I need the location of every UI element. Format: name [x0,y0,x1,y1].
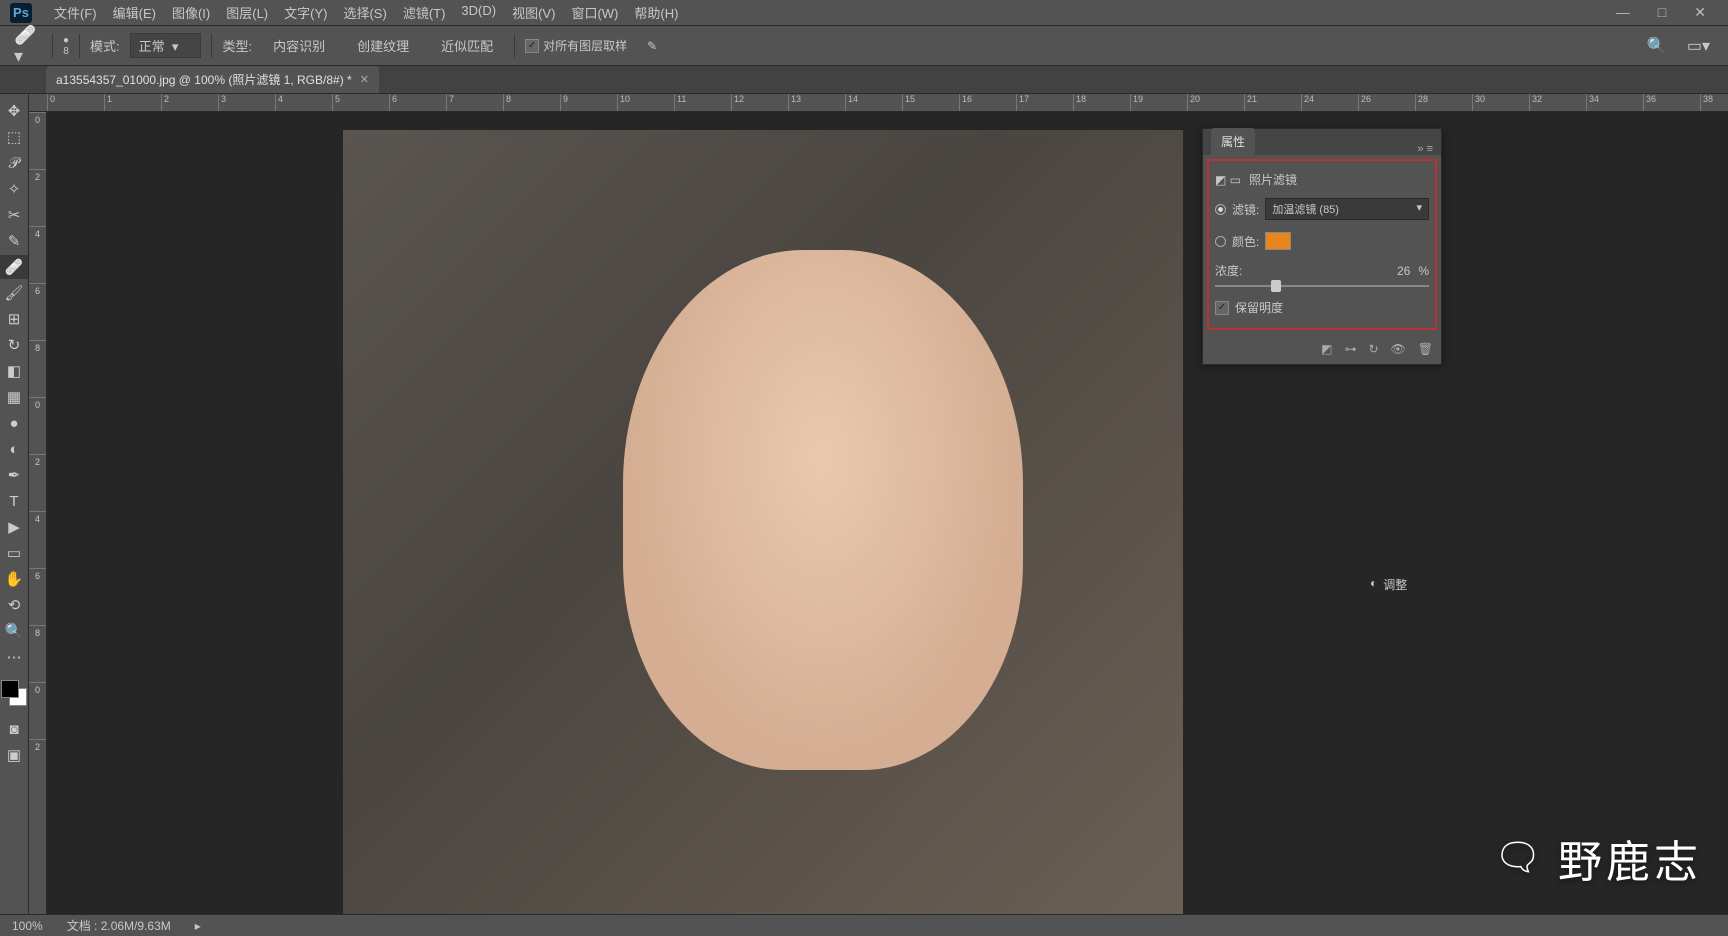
mode-select[interactable]: 正常 ▾ [130,33,202,58]
close-button[interactable]: ✕ [1694,4,1706,21]
ruler-vertical: 024680246802 [29,112,47,914]
tab-properties[interactable]: 属性 [1211,128,1255,155]
content-aware-button[interactable]: 内容识别 [262,31,336,60]
density-slider[interactable] [1215,285,1429,287]
move-tool[interactable]: ✥ [0,99,28,123]
crop-tool[interactable]: ✂ [0,203,28,227]
quick-mask-tool[interactable]: ◙ [0,717,28,741]
reset-icon[interactable]: ↻ [1368,342,1378,356]
density-value[interactable]: 26 [1397,264,1410,278]
sample-all-layers-checkbox[interactable]: ✓对所有图层取样 [525,37,627,54]
properties-title: 照片滤镜 [1249,171,1297,188]
options-bar: 🩹▾ ●8 模式: 正常 ▾ 类型: 内容识别 创建纹理 近似匹配 ✓对所有图层… [0,26,1728,66]
info-chevron-icon[interactable]: ▸ [195,919,201,933]
document-info[interactable]: 文档 : 2.06M/9.63M [67,917,171,934]
photo-filter-icon: ◩ ▭ [1215,173,1241,187]
menu-帮助(H)[interactable]: 帮助(H) [626,3,686,22]
type-label: 类型: [222,36,252,55]
menu-图层(L)[interactable]: 图层(L) [218,3,276,22]
eraser-tool[interactable]: ◧ [0,359,28,383]
canvas-area: 0123456789101112131415161718192021242628… [29,94,1728,914]
menu-窗口(W)[interactable]: 窗口(W) [563,3,626,22]
status-bar: 100% 文档 : 2.06M/9.63M ▸ [0,914,1728,936]
healing-brush-tool[interactable]: 🩹 [0,255,28,279]
type-tool[interactable]: T [0,489,28,513]
preserve-luminosity-checkbox[interactable]: ✓保留明度 [1215,293,1429,322]
stamp-tool[interactable]: ⊞ [0,307,28,331]
eyedropper-tool[interactable]: ✎ [0,229,28,253]
screen-mode-tool[interactable]: ▣ [0,743,28,767]
filter-radio[interactable] [1215,204,1226,215]
search-icon[interactable]: 🔍 [1647,36,1667,56]
color-radio[interactable] [1215,236,1226,247]
zoom-tool[interactable]: 🔍 [0,619,28,643]
tools-panel: ✥ ⬚ 𝒫 ✧ ✂ ✎ 🩹 🖌 ⊞ ↻ ◧ ▦ ● ◐ ✒ T ▶ ▭ ✋ ⟲ … [0,94,29,914]
delete-icon[interactable]: 🗑 [1418,342,1433,356]
document-image [343,130,1183,914]
lasso-tool[interactable]: 𝒫 [0,151,28,175]
filter-label: 滤镜: [1232,201,1259,218]
pressure-icon[interactable]: ✎ [647,39,657,53]
maximize-button[interactable]: □ [1658,4,1666,21]
menu-图像(I)[interactable]: 图像(I) [164,3,218,22]
pen-tool[interactable]: ✒ [0,463,28,487]
menu-视图(V)[interactable]: 视图(V) [504,3,563,22]
menu-bar: Ps 文件(F)编辑(E)图像(I)图层(L)文字(Y)选择(S)滤镜(T)3D… [0,0,1728,26]
path-select-tool[interactable]: ▶ [0,515,28,539]
window-controls: — □ ✕ [1616,4,1728,21]
close-icon[interactable]: ✕ [360,73,369,86]
mode-label: 模式: [90,36,120,55]
quick-select-tool[interactable]: ✧ [0,177,28,201]
properties-panel: 属性 » ≡ ◩ ▭ 照片滤镜 滤镜: 加温滤镜 (85) ▾ 颜色: 浓度: … [1202,128,1442,365]
wechat-icon: 🗨 [1494,836,1546,880]
rotate-tool[interactable]: ⟲ [0,593,28,617]
visibility-icon[interactable]: 👁 [1391,342,1406,356]
proximity-match-button[interactable]: 近似匹配 [430,31,504,60]
create-texture-button[interactable]: 创建纹理 [346,31,420,60]
shape-tool[interactable]: ▭ [0,541,28,565]
menu-文件(F)[interactable]: 文件(F) [46,3,105,22]
ruler-horizontal: 0123456789101112131415161718192021242628… [29,94,1728,112]
menu-3D(D)[interactable]: 3D(D) [453,3,504,22]
dodge-tool[interactable]: ◐ [0,437,28,461]
workspace-icon[interactable]: ▭▾ [1687,36,1710,56]
prev-state-icon[interactable]: ⊶ [1344,342,1356,356]
color-swatches[interactable] [1,680,27,706]
brush-preview[interactable]: ●8 [63,35,69,57]
adjustments-button[interactable]: ◐ 调整 [1370,576,1407,593]
color-swatch[interactable] [1265,232,1291,250]
color-label: 颜色: [1232,233,1259,250]
gradient-tool[interactable]: ▦ [0,385,28,409]
clip-icon[interactable]: ◩ [1321,342,1332,356]
canvas[interactable] [47,112,1728,914]
menu-选择(S)[interactable]: 选择(S) [335,3,394,22]
watermark: 🗨 野鹿志 [1494,826,1702,890]
blur-tool[interactable]: ● [0,411,28,435]
zoom-level[interactable]: 100% [12,919,43,933]
menu-滤镜(T)[interactable]: 滤镜(T) [395,3,454,22]
document-tab[interactable]: a13554357_01000.jpg @ 100% (照片滤镜 1, RGB/… [46,66,379,93]
marquee-tool[interactable]: ⬚ [0,125,28,149]
menu-文字(Y)[interactable]: 文字(Y) [276,3,335,22]
document-tab-bar: a13554357_01000.jpg @ 100% (照片滤镜 1, RGB/… [0,66,1728,94]
minimize-button[interactable]: — [1616,4,1630,21]
brush-tool[interactable]: 🖌 [0,281,28,305]
hand-tool[interactable]: ✋ [0,567,28,591]
density-label: 浓度: [1215,262,1242,279]
healing-brush-icon[interactable]: 🩹▾ [14,35,42,57]
menu-编辑(E)[interactable]: 编辑(E) [105,3,164,22]
filter-select[interactable]: 加温滤镜 (85) ▾ [1265,198,1429,220]
app-logo: Ps [10,3,32,23]
adjustments-icon: ◐ [1370,576,1377,593]
density-unit: % [1418,264,1429,278]
history-brush-tool[interactable]: ↻ [0,333,28,357]
edit-toolbar[interactable]: ⋯ [0,645,28,669]
